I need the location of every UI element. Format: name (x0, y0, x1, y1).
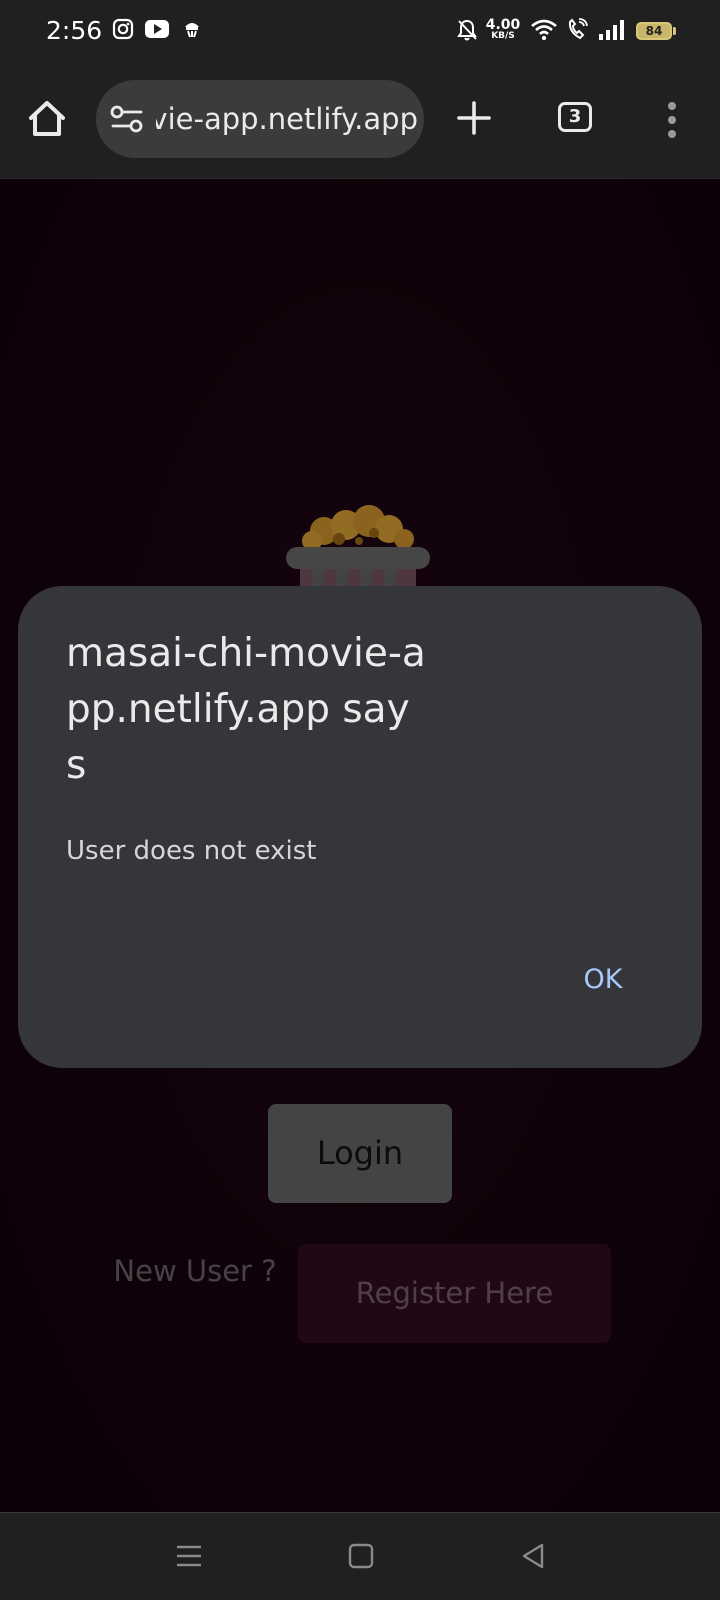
network-speed: 4.00 KB/S (485, 18, 521, 41)
cell-signal-icon (599, 20, 624, 40)
address-bar[interactable]: masai-chi-movie-app.netlify.app (96, 80, 424, 158)
status-time: 2:56 (46, 16, 103, 45)
system-nav-bar (0, 1512, 720, 1600)
dialog-message: User does not exist (66, 836, 317, 866)
battery-nub (673, 27, 676, 35)
alert-dialog: masai-chi-movie-app.netlify.app says Use… (18, 586, 702, 1068)
wifi-calling-icon (568, 18, 588, 40)
battery-level: 84 (645, 24, 663, 38)
home-icon[interactable] (26, 98, 68, 140)
back-icon[interactable] (518, 1541, 548, 1571)
ok-button[interactable]: OK (548, 956, 658, 1004)
tab-switcher-button[interactable]: 3 (558, 102, 592, 132)
dialog-title: masai-chi-movie-app.netlify.app says (66, 631, 426, 788)
wifi-icon (531, 19, 557, 41)
recent-apps-icon[interactable] (174, 1541, 204, 1571)
battery-icon: 84 (636, 22, 672, 40)
mute-bell-icon (457, 19, 477, 41)
youtube-icon (145, 20, 169, 38)
notification-app-icon (185, 23, 199, 38)
home-nav-icon[interactable] (346, 1541, 376, 1571)
browser-toolbar: masai-chi-movie-app.netlify.app 3 (0, 64, 720, 179)
status-bar: 2:56 4.00 KB/S 84 (0, 0, 720, 64)
url-text: masai-chi-movie-app.netlify.app (156, 102, 418, 136)
instagram-icon (112, 18, 134, 40)
more-options-icon[interactable] (660, 100, 684, 140)
network-speed-unit: KB/S (491, 31, 515, 41)
new-tab-plus-icon[interactable] (456, 100, 492, 136)
site-settings-icon[interactable] (110, 104, 144, 134)
network-speed-value: 4.00 (485, 17, 521, 33)
screen: 2:56 4.00 KB/S 84 vie-app.netlify.app 3 … (0, 0, 720, 1600)
